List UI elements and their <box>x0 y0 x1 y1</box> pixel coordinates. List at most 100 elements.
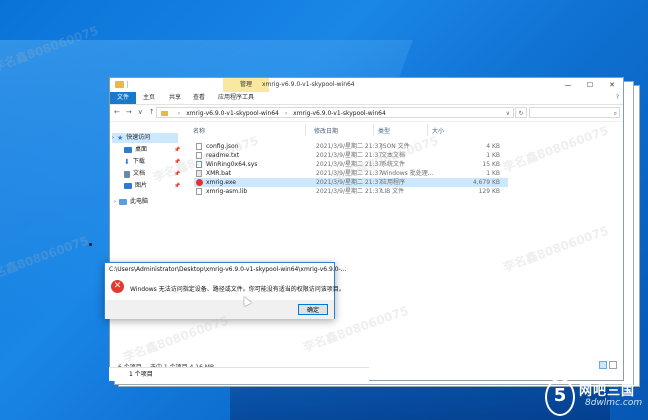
site-logo: 5 网吧三国 8dwlmc.com <box>545 378 645 418</box>
pin-icon[interactable]: 📌 <box>174 147 180 153</box>
file-row[interactable]: readme.txt 2021/3/9/星期二 21:37 文本文档 1 KB <box>194 151 508 160</box>
pin-icon[interactable]: 📌 <box>174 171 180 177</box>
file-name: XMR.bat <box>206 170 231 177</box>
minimize-button[interactable]: — <box>557 78 579 92</box>
pictures-icon <box>124 183 132 189</box>
address-dropdown-icon[interactable]: ∨ <box>506 108 510 117</box>
sidebar-item-quick-access[interactable]: › ★ 快速访问 <box>112 133 178 143</box>
up-arrow-icon[interactable]: ↑ <box>149 108 155 116</box>
quick-access-toolbar <box>115 81 134 88</box>
tab-app-tools[interactable]: 应用程序工具 <box>216 92 256 104</box>
window-title: xmrig-v6.9.0-v1-skypool-win64 <box>262 81 355 88</box>
tab-home[interactable]: 主页 <box>140 92 158 104</box>
address-bar: ← → ∨ ↑ › xmrig-v6.9.0-v1-skypool-win64 … <box>110 105 623 122</box>
file-name: config.json <box>206 143 239 150</box>
refresh-button[interactable]: ↻ <box>515 107 527 118</box>
ribbon-tabs: 文件 主页 共享 查看 应用程序工具 ? <box>110 92 623 105</box>
forward-arrow-icon[interactable]: → <box>126 108 132 116</box>
sidebar-item-this-pc[interactable]: › 此电脑 <box>114 197 148 207</box>
address-input[interactable]: › xmrig-v6.9.0-v1-skypool-win64 › xmrig-… <box>156 107 514 118</box>
file-name: xmrig.exe <box>206 179 236 186</box>
details-view-icon[interactable] <box>599 361 607 369</box>
error-icon: ✕ <box>111 280 124 293</box>
navigation-buttons: ← → ∨ ↑ <box>114 108 155 116</box>
file-type: Windows 批处理... <box>381 170 434 177</box>
search-icon: ⌕ <box>613 110 617 117</box>
star-icon: ★ <box>117 134 124 142</box>
file-name: readme.txt <box>206 152 240 159</box>
file-row[interactable]: xmrig-asm.lib 2021/3/9/星期二 21:37 LIB 文件 … <box>194 187 508 196</box>
dialog-footer: 确定 <box>105 300 334 319</box>
desktop-background: 管理 xmrig-v6.9.0-v1-skypool-win64 — ☐ ✕ 文… <box>0 0 648 420</box>
file-name: xmrig-asm.lib <box>206 188 248 195</box>
title-bar: 管理 xmrig-v6.9.0-v1-skypool-win64 — ☐ ✕ <box>110 78 623 92</box>
computer-icon <box>119 199 127 205</box>
back-arrow-icon[interactable]: ← <box>114 108 120 116</box>
file-date: 2021/3/9/星期二 21:37 <box>316 170 383 177</box>
file-size: 1 KB <box>486 152 500 159</box>
large-icons-view-icon[interactable] <box>609 361 617 369</box>
file-row[interactable]: WinRing0x64.sys 2021/3/9/星期二 21:37 系统文件 … <box>194 160 508 169</box>
lib-file-icon <box>196 188 202 195</box>
pin-icon[interactable]: 📌 <box>174 183 180 189</box>
file-date: 2021/3/9/星期二 21:37 <box>316 161 383 168</box>
tab-file[interactable]: 文件 <box>110 92 136 104</box>
folder-icon <box>161 111 168 116</box>
recent-dropdown-icon[interactable]: ∨ <box>138 108 143 116</box>
file-type: JSON 文件 <box>381 143 410 150</box>
pin-icon[interactable]: 📌 <box>174 159 180 165</box>
file-date: 2021/3/9/星期二 21:37 <box>316 152 383 159</box>
maximize-button[interactable]: ☐ <box>579 78 601 92</box>
batch-file-icon <box>196 170 202 177</box>
sidebar-item-label: 下载 <box>132 158 145 165</box>
file-date: 2021/3/9/星期二 21:37 <box>316 179 383 186</box>
sidebar-item-documents[interactable]: 文档 <box>124 169 145 179</box>
sidebar-item-label: 桌面 <box>135 146 148 153</box>
view-toggle <box>599 361 617 369</box>
file-date: 2021/3/9/星期二 21:37 <box>316 143 383 150</box>
sidebar-item-label: 此电脑 <box>130 198 149 205</box>
sidebar-item-downloads[interactable]: ⬇ 下载 <box>124 157 145 167</box>
column-header-name[interactable]: 名称 <box>193 126 205 135</box>
file-type: 应用程序 <box>381 179 406 186</box>
dialog-title: C:\Users\Administrator\Desktop\xmrig-v6.… <box>109 266 347 273</box>
dialog-body: ✕ Windows 无法访问指定设备、路径或文件。你可能没有适当的权限访问该项目… <box>105 276 345 300</box>
ok-button[interactable]: 确定 <box>298 304 328 315</box>
dialog-message: Windows 无法访问指定设备、路径或文件。你可能没有适当的权限访问该项目。 <box>130 286 345 293</box>
logo-url: 8dwlmc.com <box>585 398 643 408</box>
json-file-icon <box>196 143 202 150</box>
documents-icon <box>124 170 130 178</box>
exe-file-icon <box>196 179 203 186</box>
search-input[interactable]: ⌕ <box>529 107 620 118</box>
navigation-pane: › ★ 快速访问 桌面 📌 ⬇ 下载 📌 文档 📌 图片 📌 › 此电脑 <box>110 122 182 358</box>
file-row[interactable]: XMR.bat 2021/3/9/星期二 21:37 Windows 批处理..… <box>194 169 508 178</box>
logo-name: 网吧三国 <box>579 384 636 399</box>
column-header-date[interactable]: 修改日期 <box>314 126 338 135</box>
breadcrumb-segment[interactable]: xmrig-v6.9.0-v1-skypool-win64 <box>293 110 386 117</box>
file-type: 文本文档 <box>381 152 406 159</box>
text-file-icon <box>196 152 202 159</box>
close-button[interactable]: ✕ <box>601 78 623 92</box>
tab-share[interactable]: 共享 <box>166 92 184 104</box>
sidebar-item-desktop[interactable]: 桌面 <box>124 145 147 155</box>
column-header-size[interactable]: 大小 <box>432 126 444 135</box>
file-row[interactable]: config.json 2021/3/9/星期二 21:37 JSON 文件 4… <box>194 142 508 151</box>
sidebar-item-label: 快速访问 <box>126 134 151 141</box>
breadcrumb-segment[interactable]: xmrig-v6.9.0-v1-skypool-win64 <box>186 110 279 117</box>
file-size: 1 KB <box>486 170 500 177</box>
sidebar-item-pictures[interactable]: 图片 <box>124 181 147 191</box>
file-type: 系统文件 <box>381 161 406 168</box>
column-header-type[interactable]: 类型 <box>378 126 390 135</box>
file-size: 4 KB <box>486 143 500 150</box>
file-explorer-window: 管理 xmrig-v6.9.0-v1-skypool-win64 — ☐ ✕ 文… <box>109 77 624 381</box>
file-name: WinRing0x64.sys <box>206 161 258 168</box>
file-row-selected[interactable]: xmrig.exe 2021/3/9/星期二 21:37 应用程序 4,679 … <box>194 178 508 187</box>
background-status-bar: 1 个项目 <box>109 367 369 381</box>
file-size: 4,679 KB <box>472 179 500 186</box>
help-icon[interactable]: ? <box>616 94 619 101</box>
error-dialog: C:\Users\Administrator\Desktop\xmrig-v6.… <box>104 262 346 319</box>
sidebar-item-label: 文档 <box>133 170 146 177</box>
tab-view[interactable]: 查看 <box>190 92 208 104</box>
system-file-icon <box>196 161 202 168</box>
logo-mark: 5 <box>545 378 575 416</box>
